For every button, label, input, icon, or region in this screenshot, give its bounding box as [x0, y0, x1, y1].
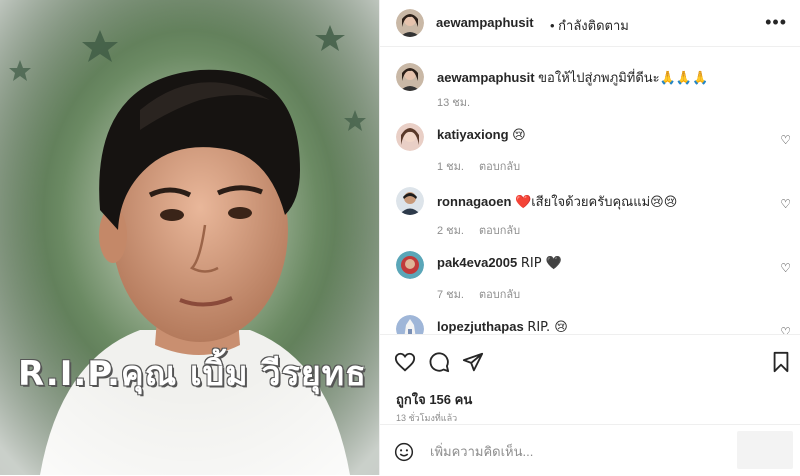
comment-username[interactable]: lopezjuthapas — [437, 319, 524, 334]
post-photo[interactable]: R.I.P.คุณ เบิ้ม วีรยุทธ รสโอชา — [0, 0, 379, 475]
comment-text: RIP. 😢 — [527, 320, 568, 334]
comment-text: 😢 — [512, 128, 526, 143]
comment-time: 1 ชม. — [437, 161, 464, 173]
comment-item: pak4eva2005 RIP 🖤 7 ชม. ตอบกลับ ♡ — [380, 249, 800, 313]
like-comment-heart-icon[interactable]: ♡ — [780, 197, 791, 211]
comment-item: lopezjuthapas RIP. 😢 ♡ — [380, 313, 800, 334]
reply-button[interactable]: ตอบกลับ — [479, 161, 520, 173]
comment-username[interactable]: ronnagaoen — [437, 194, 511, 209]
comment-input[interactable] — [428, 439, 732, 463]
comment-text: ❤️เสียใจด้วยครับคุณแม่😢😢 — [515, 195, 678, 210]
smiley-icon[interactable] — [394, 442, 414, 467]
post-username[interactable]: aewampaphusit — [436, 15, 534, 30]
memorial-overlay-text: R.I.P.คุณ เบิ้ม วีรยุทธ รสโอชา — [18, 354, 379, 394]
share-icon[interactable] — [462, 351, 484, 378]
avatar[interactable] — [396, 123, 424, 151]
like-comment-heart-icon[interactable]: ♡ — [780, 261, 791, 275]
like-comment-heart-icon[interactable]: ♡ — [780, 133, 791, 147]
comment-username[interactable]: pak4eva2005 — [437, 255, 517, 270]
caption: aewampaphusit ขอให้ไปสู่ภพภูมิที่ดีนะ🙏🙏🙏… — [380, 61, 800, 121]
post-comment-button[interactable] — [737, 431, 793, 469]
post-actions: ถูกใจ 156 คน 13 ชั่วโมงที่แล้ว — [380, 334, 800, 425]
comment-time: 7 ชม. — [437, 289, 464, 301]
add-comment-bar — [380, 424, 800, 476]
avatar[interactable] — [396, 251, 424, 279]
follow-status[interactable]: • กำลังติดตาม — [550, 15, 629, 36]
heart-icon[interactable] — [394, 351, 416, 378]
likes-count[interactable]: ถูกใจ 156 คน — [396, 389, 472, 410]
avatar[interactable] — [396, 315, 424, 334]
portrait-image — [0, 0, 379, 475]
post-side-panel: aewampaphusit • กำลังติดตาม ••• aewampap… — [379, 0, 800, 475]
comment-icon[interactable] — [428, 351, 450, 378]
reply-button[interactable]: ตอบกลับ — [479, 225, 520, 237]
post-header: aewampaphusit • กำลังติดตาม ••• — [380, 0, 800, 47]
caption-time: 13 ชม. — [437, 97, 471, 109]
like-comment-heart-icon[interactable]: ♡ — [780, 325, 791, 334]
avatar[interactable] — [396, 63, 424, 91]
comment-username[interactable]: katiyaxiong — [437, 127, 509, 142]
caption-username[interactable]: aewampaphusit — [437, 70, 535, 85]
bookmark-icon[interactable] — [771, 351, 791, 378]
post-timestamp: 13 ชั่วโมงที่แล้ว — [396, 413, 458, 423]
comment-item: ronnagaoen ❤️เสียใจด้วยครับคุณแม่😢😢 2 ชม… — [380, 185, 800, 249]
comment-text: RIP 🖤 — [520, 256, 562, 271]
avatar[interactable] — [396, 187, 424, 215]
reply-button[interactable]: ตอบกลับ — [479, 289, 520, 301]
caption-text: ขอให้ไปสู่ภพภูมิที่ดีนะ🙏🙏🙏 — [538, 71, 709, 86]
comment-time: 2 ชม. — [437, 225, 464, 237]
comment-item: katiyaxiong 😢 1 ชม. ตอบกลับ ♡ — [380, 121, 800, 185]
comments-list[interactable]: aewampaphusit ขอให้ไปสู่ภพภูมิที่ดีนะ🙏🙏🙏… — [380, 47, 800, 334]
avatar[interactable] — [396, 9, 424, 37]
more-options-icon[interactable]: ••• — [765, 12, 787, 33]
